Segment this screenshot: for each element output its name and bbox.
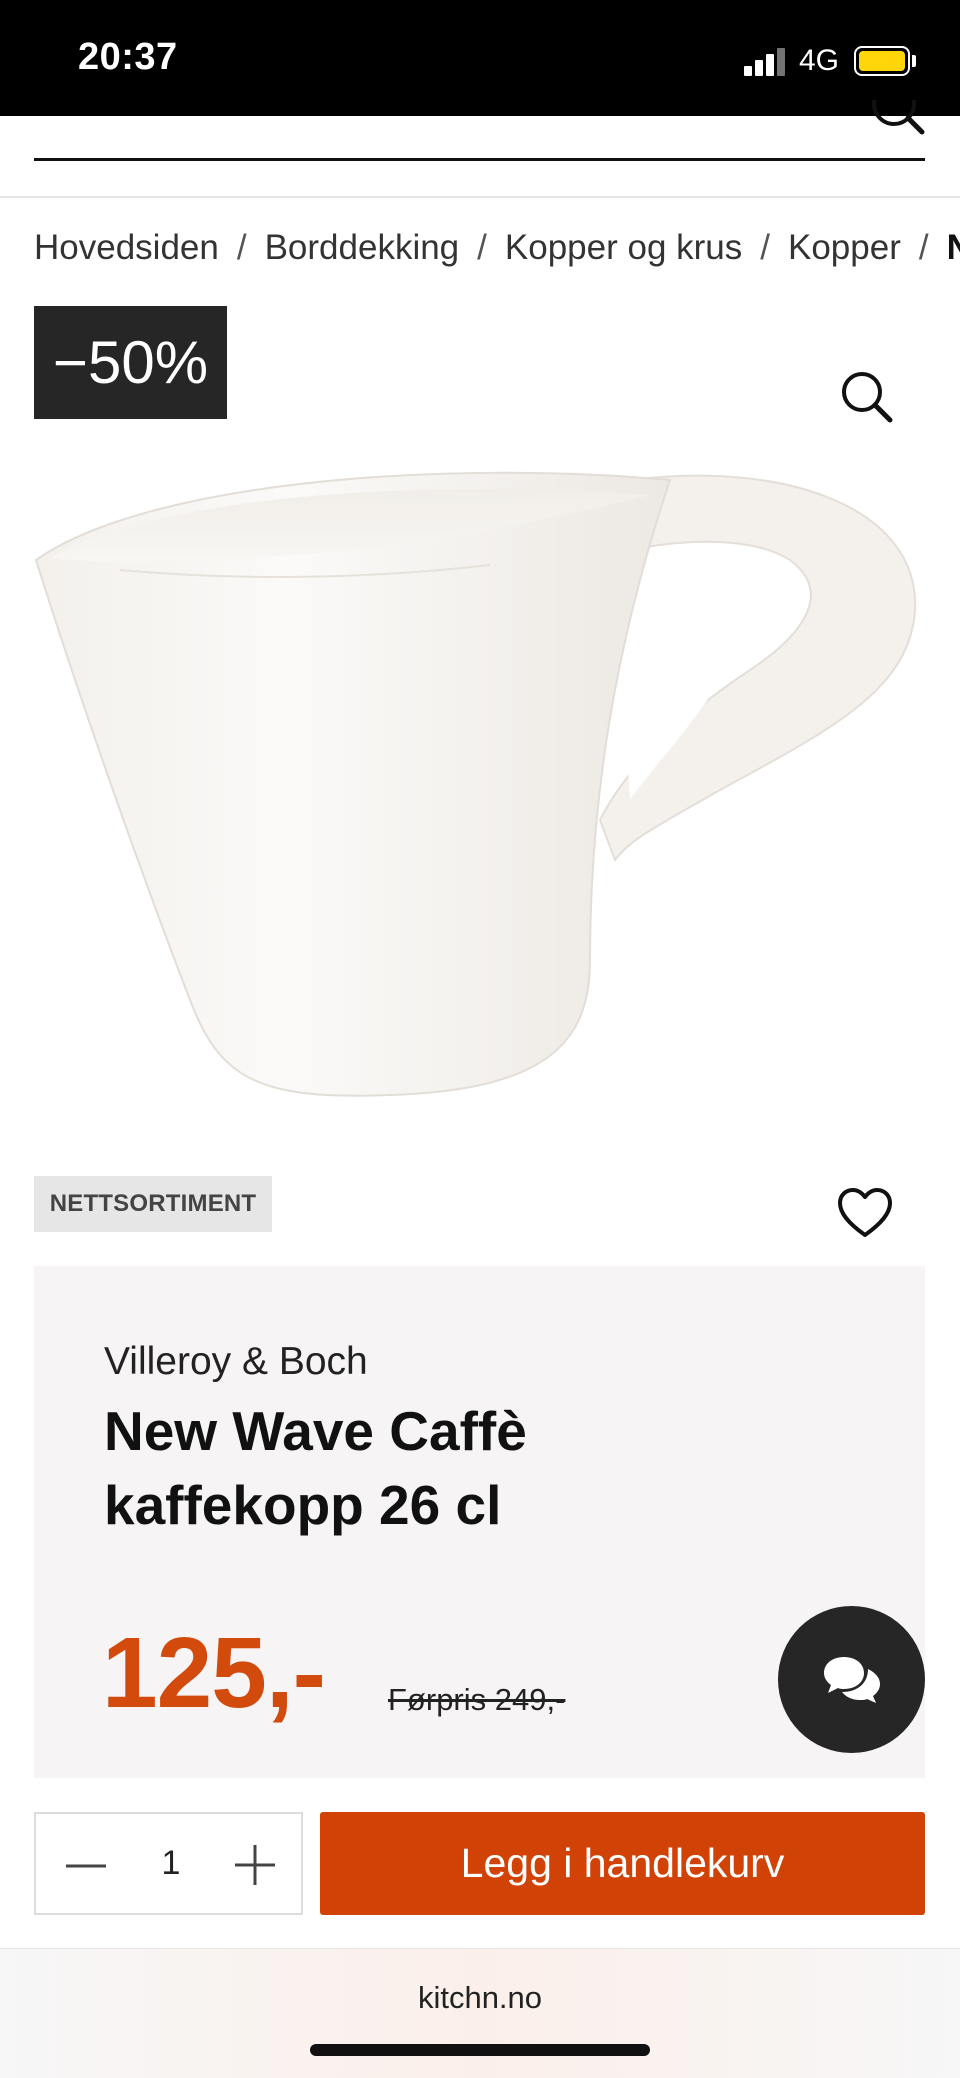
chat-button[interactable] bbox=[778, 1606, 925, 1753]
increase-quantity-button[interactable] bbox=[232, 1842, 278, 1888]
url-label[interactable]: kitchn.no bbox=[0, 1980, 960, 2016]
breadcrumb-item-borddekking[interactable]: Borddekking bbox=[265, 228, 460, 267]
product-image[interactable] bbox=[30, 440, 930, 1120]
network-label: 4G bbox=[799, 44, 840, 77]
plus-icon bbox=[235, 1845, 275, 1885]
breadcrumb-item-current: N bbox=[946, 228, 960, 267]
previous-price: Førpris 249,- bbox=[388, 1682, 566, 1717]
product-title-line: New Wave Caffè bbox=[104, 1400, 527, 1462]
breadcrumb-item-kopper-og-krus[interactable]: Kopper og krus bbox=[505, 228, 742, 267]
product-title-line: kaffekopp 26 cl bbox=[104, 1474, 502, 1536]
breadcrumb-separator: / bbox=[477, 228, 487, 267]
assortment-tag: NETTSORTIMENT bbox=[34, 1176, 272, 1232]
minus-icon bbox=[66, 1864, 106, 1868]
discount-badge: −50% bbox=[34, 306, 227, 419]
magnifier-icon bbox=[842, 372, 893, 423]
status-bar: 20:37 4G bbox=[0, 0, 960, 116]
product-brand[interactable]: Villeroy & Boch bbox=[104, 1340, 368, 1384]
breadcrumb-item-kopper[interactable]: Kopper bbox=[788, 228, 901, 267]
breadcrumb-separator: / bbox=[760, 228, 770, 267]
search-icon[interactable] bbox=[862, 100, 932, 140]
chat-bubbles-icon bbox=[823, 1656, 880, 1703]
search-underline bbox=[34, 158, 925, 161]
quantity-value[interactable]: 1 bbox=[136, 1844, 206, 1883]
breadcrumb: Hovedsiden / Borddekking / Kopper og krus / Ko… bbox=[34, 228, 960, 272]
add-to-cart-button[interactable]: Legg i handlekurv bbox=[320, 1812, 925, 1915]
product-title: New Wave Caffè kaffekopp 26 cl bbox=[104, 1394, 704, 1542]
breadcrumb-separator: / bbox=[918, 228, 929, 267]
status-time: 20:37 bbox=[78, 36, 178, 78]
decrease-quantity-button[interactable] bbox=[64, 1844, 108, 1888]
breadcrumb-separator: / bbox=[236, 228, 247, 267]
heart-icon bbox=[838, 1188, 892, 1237]
home-indicator[interactable] bbox=[310, 2044, 650, 2056]
product-price: 125,- bbox=[102, 1617, 326, 1729]
signal-icon bbox=[744, 46, 786, 76]
quantity-stepper: 1 bbox=[34, 1812, 303, 1915]
search-bar[interactable] bbox=[0, 116, 960, 196]
favorite-button[interactable] bbox=[836, 1185, 894, 1243]
battery-icon bbox=[854, 46, 910, 76]
zoom-button[interactable] bbox=[836, 366, 898, 428]
breadcrumb-item-home[interactable]: Hovedsiden bbox=[34, 228, 219, 267]
divider bbox=[0, 196, 960, 198]
